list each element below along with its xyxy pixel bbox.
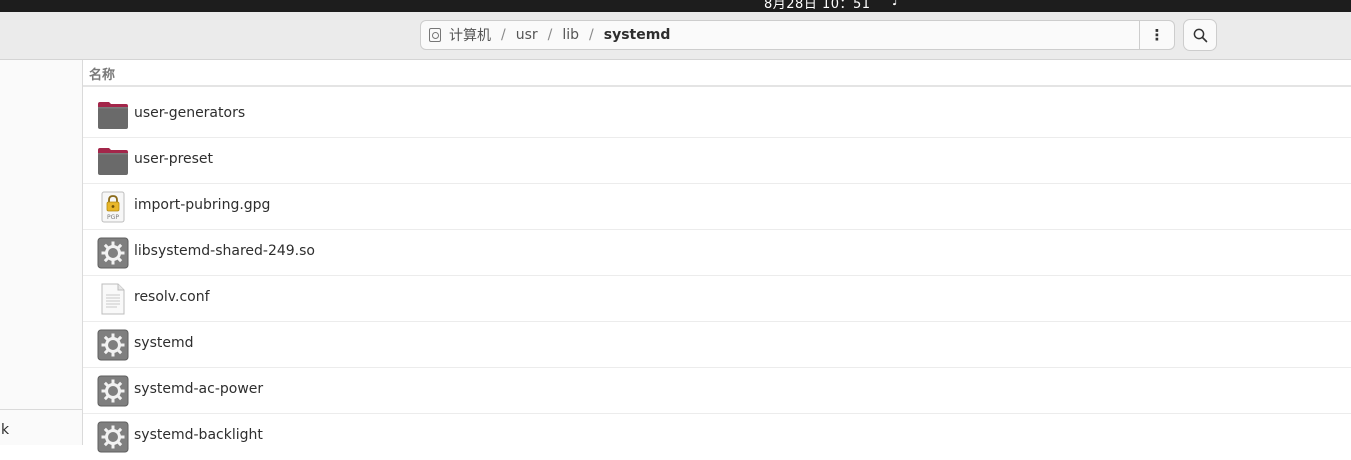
breadcrumb-separator: / [589,27,594,43]
clock[interactable]: 8月28日 10：51 [764,0,871,12]
breadcrumb-separator: / [547,27,553,43]
path-bar[interactable]: 计算机 / usr / lib / systemd [420,20,1140,50]
breadcrumb-usr[interactable]: usr [516,27,538,43]
system-top-bar: 8月28日 10：51 ♪ [0,0,1351,12]
breadcrumb-separator: / [501,27,506,43]
file-row[interactable]: user-preset [83,138,1351,184]
folder-icon [98,102,128,129]
sidebar-divider [0,409,82,410]
gear-icon [97,421,129,453]
sidebar: k [0,60,83,445]
file-name: systemd-backlight [134,427,263,443]
bell-icon[interactable]: ♪ [892,0,900,8]
sidebar-item-label[interactable]: k [1,422,9,438]
text-file-icon [101,283,125,315]
file-row[interactable]: systemd-ac-power [83,368,1351,414]
vertical-dots-icon: ⋮ [1149,26,1165,44]
file-row[interactable]: systemd-backlight [83,414,1351,460]
gear-icon [97,329,129,361]
file-name: user-generators [134,105,246,121]
file-name: systemd [134,335,194,351]
file-name: libsystemd-shared-249.so [134,243,315,259]
gear-icon [97,237,129,269]
breadcrumb-systemd[interactable]: systemd [604,27,671,43]
pgp-label: PGP [107,214,119,221]
pgp-key-icon: PGP [101,191,125,223]
column-header-label: 名称 [89,68,116,83]
drive-icon [429,28,441,42]
column-header-name[interactable]: 名称 [83,60,1351,87]
path-menu-button[interactable]: ⋮ [1140,20,1175,50]
file-row[interactable]: resolv.conf [83,276,1351,322]
file-row[interactable]: libsystemd-shared-249.so [83,230,1351,276]
file-row[interactable]: user-generators [83,92,1351,138]
file-name: user-preset [134,151,214,167]
file-name: import-pubring.gpg [134,197,271,213]
file-row[interactable]: systemd [83,322,1351,368]
file-row[interactable]: PGP import-pubring.gpg [83,184,1351,230]
breadcrumb-computer[interactable]: 计算机 [449,25,491,45]
header-bar: 计算机 / usr / lib / systemd ⋮ [0,12,1351,60]
search-icon [1193,28,1208,43]
breadcrumb-lib[interactable]: lib [562,27,579,43]
search-button[interactable] [1183,19,1217,51]
folder-icon [98,148,128,175]
gear-icon [97,375,129,407]
file-name: systemd-ac-power [134,381,264,397]
file-name: resolv.conf [134,289,210,305]
